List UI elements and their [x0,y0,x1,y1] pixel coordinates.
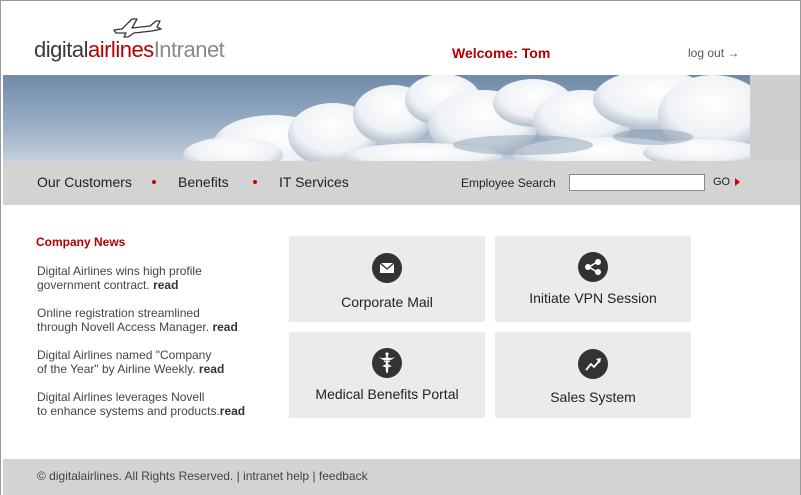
news-item: Digital Airlines named "Company of the Y… [37,348,277,376]
cloud-image [3,75,750,161]
news-line-text: to enhance systems and products. [37,404,220,418]
go-arrow-icon[interactable] [735,178,740,186]
nav-separator-dot [253,180,257,184]
logout-link[interactable]: log out → [688,46,739,60]
news-item: Digital Airlines wins high profile gover… [37,264,277,292]
footer-separator: | [309,469,319,483]
news-line: of the Year" by Airline Weekly. read [37,362,277,376]
news-line-text: through Novell Access Manager. [37,320,210,334]
go-button[interactable]: GO [713,176,730,188]
copyright-text: © digitalairlines. All Rights Reserved. [37,469,234,483]
nav-bar: Our Customers Benefits IT Services Emplo… [3,161,800,205]
logo-word-digital: digital [34,37,88,62]
read-link[interactable]: read [153,278,178,292]
employee-search-label: Employee Search [461,176,556,190]
tile-label: Sales System [550,389,636,405]
read-link[interactable]: read [199,362,224,376]
welcome-message: Welcome: Tom [452,45,551,61]
footer: © digitalairlines. All Rights Reserved. … [3,459,800,495]
news-item: Digital Airlines leverages Novell to enh… [37,390,277,418]
tile-label: Corporate Mail [341,294,433,310]
nav-item-benefits[interactable]: Benefits [178,174,229,190]
news-line: government contract. read [37,278,277,292]
vpn-session-tile[interactable]: Initiate VPN Session [495,236,691,322]
footer-text: © digitalairlines. All Rights Reserved. … [37,469,368,483]
corporate-mail-tile[interactable]: Corporate Mail [289,236,485,322]
tile-label: Medical Benefits Portal [315,386,459,402]
caduceus-icon [372,348,402,378]
news-line: Digital Airlines named "Company [37,348,212,362]
feedback-link[interactable]: feedback [319,469,368,483]
logo-word-airlines: airlines [87,37,154,62]
footer-separator: | [233,469,244,483]
company-news-heading: Company News [36,235,126,249]
news-line: through Novell Access Manager. read [37,320,277,334]
news-line: Online registration streamlined [37,306,200,320]
nav-item-our-customers[interactable]: Our Customers [37,174,132,190]
intranet-help-link[interactable]: intranet help [243,469,309,483]
employee-search-input[interactable] [569,174,705,191]
news-item: Online registration streamlined through … [37,306,277,334]
sales-system-tile[interactable]: Sales System [495,332,691,418]
news-line: to enhance systems and products.read [37,404,277,418]
logo[interactable]: digitalairlinesIntranet [34,16,274,66]
read-link[interactable]: read [212,320,237,334]
logo-word-intranet: Intranet [153,37,225,62]
read-link[interactable]: read [220,404,245,418]
medical-benefits-tile[interactable]: Medical Benefits Portal [289,332,485,418]
news-line-text: government contract. [37,278,150,292]
nav-separator-dot [152,180,156,184]
news-line: Digital Airlines leverages Novell [37,390,205,404]
news-line: Digital Airlines wins high profile [37,264,202,278]
sky-banner [3,75,800,161]
airplane-icon [113,18,162,38]
logo-wordmark: digitalairlinesIntranet [34,37,225,63]
tile-label: Initiate VPN Session [529,290,657,306]
mail-icon [372,253,402,283]
nav-item-it-services[interactable]: IT Services [279,174,349,190]
trend-up-icon [578,349,608,379]
share-network-icon [578,252,608,282]
news-line-text: of the Year" by Airline Weekly. [37,362,196,376]
